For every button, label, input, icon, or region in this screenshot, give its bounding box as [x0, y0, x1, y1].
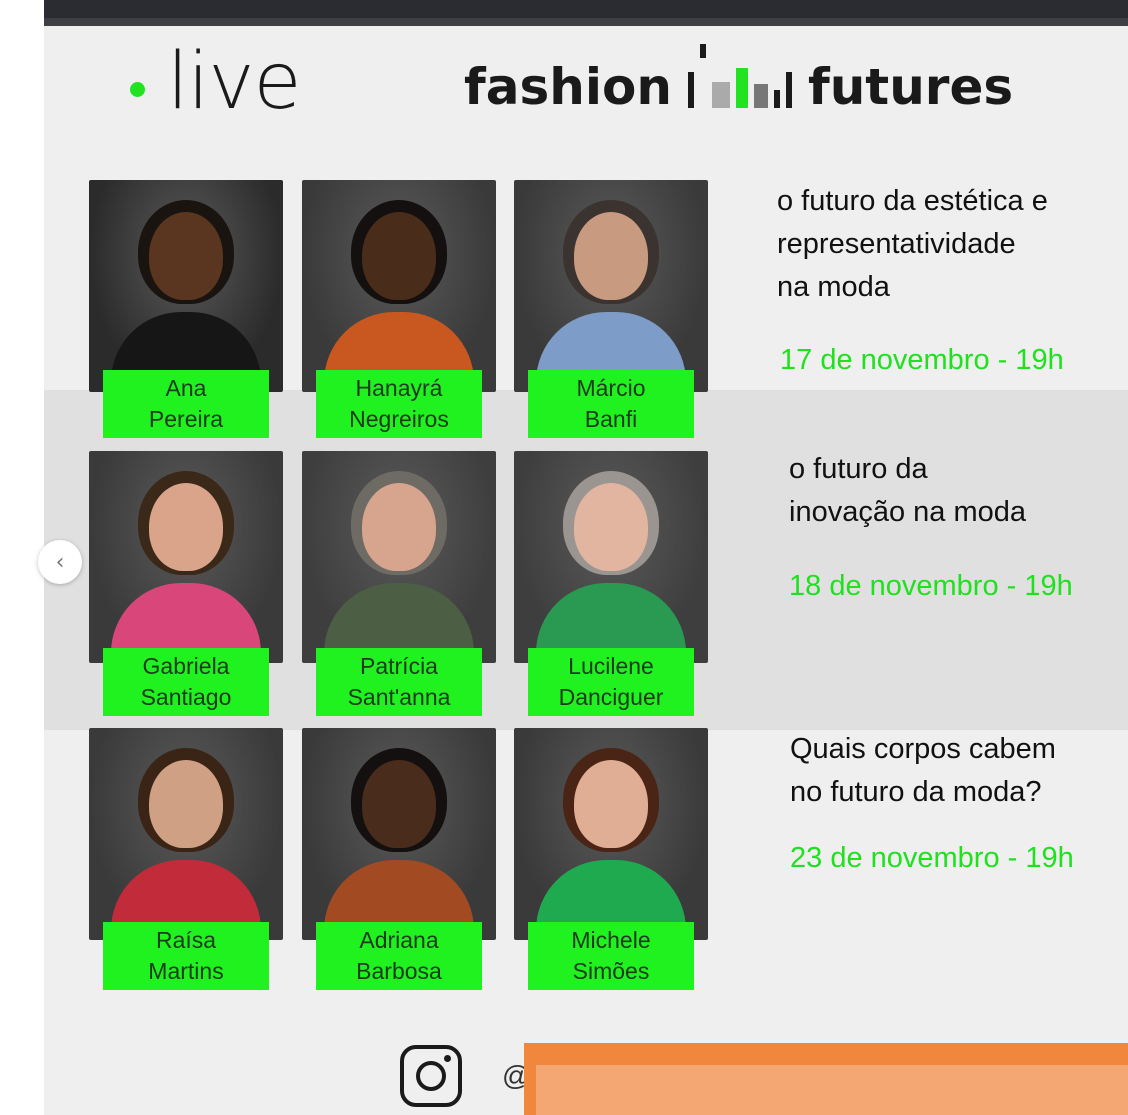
post-image: live fashion futures o futuro da estétic…: [44, 26, 1128, 1115]
event-2-line-2: inovação na moda: [789, 496, 1026, 528]
speaker-last-name: Negreiros: [349, 406, 449, 432]
speaker-face: [362, 483, 436, 571]
speaker-last-name: Santiago: [140, 684, 232, 710]
speaker-first-name: Raísa: [155, 927, 217, 953]
speaker-last-name: Banfi: [584, 406, 638, 432]
event-3-date: 23 de novembro - 19h: [790, 842, 1074, 874]
event-1-date: 17 de novembro - 19h: [780, 344, 1064, 376]
speaker-photo: [89, 728, 283, 940]
speaker-name-label: Lucilene Danciguer: [528, 648, 694, 716]
speaker-photo: [302, 728, 496, 940]
speaker-last-name: Simões: [572, 958, 650, 984]
speaker-last-name: Sant'anna: [347, 684, 451, 710]
event-3-title: Quais corpos cabem no futuro da moda?: [790, 728, 1056, 814]
speaker-first-name: Patrícia: [360, 653, 438, 679]
speaker-photo: [89, 180, 283, 392]
speaker-name-label: Adriana Barbosa: [316, 922, 482, 990]
event-1-title: o futuro da estética e representatividad…: [777, 180, 1048, 309]
brand-title: fashion futures: [464, 44, 1014, 122]
speaker-name-label: Michele Simões: [528, 922, 694, 990]
orange-overlay-inner: [536, 1065, 1128, 1115]
speaker-photo: [514, 451, 708, 663]
event-2-title: o futuro da inovação na moda: [789, 448, 1026, 534]
event-3-line-2: no futuro da moda?: [790, 776, 1042, 808]
speaker-photo: [302, 180, 496, 392]
speaker-face: [149, 760, 223, 848]
speaker-face: [574, 483, 648, 571]
speaker-name-label: Patrícia Sant'anna: [316, 648, 482, 716]
speaker-last-name: Danciguer: [558, 684, 664, 710]
live-logo: live: [130, 32, 301, 132]
top-bar-strip: [44, 18, 1128, 26]
event-3-line-1: Quais corpos cabem: [790, 733, 1056, 765]
instagram-icon: [400, 1045, 462, 1107]
speaker-first-name: Michele: [571, 927, 651, 953]
carousel-prev-button[interactable]: ‹: [38, 540, 82, 584]
speaker-face: [574, 212, 648, 300]
speaker-last-name: Barbosa: [356, 958, 442, 984]
event-2-date: 18 de novembro - 19h: [789, 570, 1073, 602]
logo-dot: [130, 81, 145, 97]
speaker-name-label: Márcio Banfi: [528, 370, 694, 438]
speaker-first-name: Lucilene: [568, 653, 654, 679]
speaker-first-name: Ana: [165, 375, 207, 401]
event-2-line-1: o futuro da: [789, 453, 928, 485]
speaker-first-name: Gabriela: [142, 653, 230, 679]
event-1-line-2: representatividade: [777, 228, 1016, 260]
event-1-line-1: o futuro da estética e: [777, 185, 1048, 217]
speaker-face: [574, 760, 648, 848]
speaker-name-label: Ana Pereira: [103, 370, 269, 438]
speaker-first-name: Adriana: [359, 927, 439, 953]
bars-logo-icon: [687, 44, 792, 108]
speaker-name-label: Raísa Martins: [103, 922, 269, 990]
chevron-left-icon: ‹: [55, 549, 65, 575]
speaker-last-name: Pereira: [148, 406, 224, 432]
speaker-photo: [302, 451, 496, 663]
logo-text: live: [167, 37, 301, 127]
brand-right: futures: [807, 58, 1014, 116]
speaker-first-name: Hanayrá: [355, 375, 443, 401]
speaker-photo: [514, 728, 708, 940]
event-1-line-3: na moda: [777, 271, 890, 303]
window-top-bar: [44, 0, 1128, 26]
brand-left: fashion: [464, 58, 672, 116]
speaker-name-label: Hanayrá Negreiros: [316, 370, 482, 438]
speaker-face: [362, 760, 436, 848]
speaker-photo: [514, 180, 708, 392]
orange-overlay: [524, 1043, 1128, 1115]
speaker-last-name: Martins: [148, 958, 224, 984]
speaker-photo: [89, 451, 283, 663]
speaker-face: [149, 212, 223, 300]
speaker-first-name: Márcio: [576, 375, 646, 401]
speaker-face: [149, 483, 223, 571]
speaker-name-label: Gabriela Santiago: [103, 648, 269, 716]
speaker-face: [362, 212, 436, 300]
